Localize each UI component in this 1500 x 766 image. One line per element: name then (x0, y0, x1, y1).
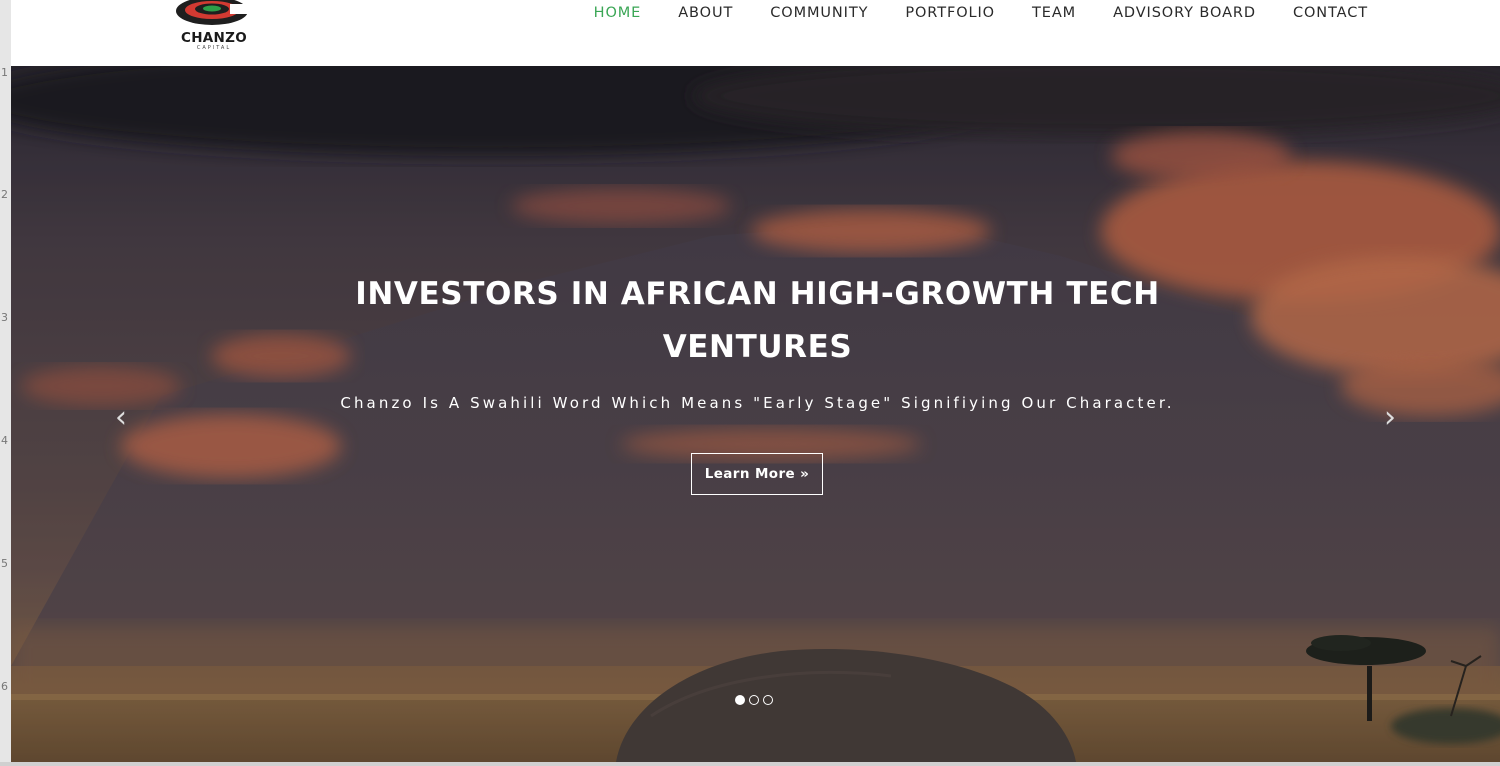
carousel-dot-2[interactable] (749, 695, 759, 705)
ruler-mark: 6 (1, 680, 8, 693)
main-nav: HOME ABOUT COMMUNITY PORTFOLIO TEAM ADVI… (594, 5, 1368, 21)
bottom-status-strip (0, 762, 1500, 766)
hero-title-post: TECH (1054, 276, 1160, 312)
hero-carousel: INVESTORS IN AFRICAN HIGH-GROWTH TECH VE… (11, 66, 1500, 762)
carousel-indicators (735, 695, 773, 705)
nav-advisory-board[interactable]: ADVISORY BOARD (1113, 5, 1256, 21)
nav-community[interactable]: COMMUNITY (770, 5, 868, 21)
webpage: CHANZO CAPITAL HOME ABOUT COMMUNITY PORT… (11, 0, 1500, 762)
logo-name: CHANZO (180, 30, 248, 46)
nav-team[interactable]: TEAM (1032, 5, 1076, 21)
hero-overlay (11, 66, 1500, 762)
hero-subtitle: Chanzo Is A Swahili Word Which Means "Ea… (340, 394, 1175, 412)
nav-contact[interactable]: CONTACT (1293, 5, 1368, 21)
chanzo-logo[interactable]: CHANZO CAPITAL (171, 0, 257, 54)
ruler-mark: 1 (1, 66, 8, 79)
hero-title-pre: INVESTORS IN AFRICAN (355, 276, 790, 312)
carousel-next-arrow-icon[interactable]: › (1384, 400, 1396, 435)
nav-home[interactable]: HOME (594, 5, 642, 21)
ruler-mark: 5 (1, 557, 8, 570)
nav-about[interactable]: ABOUT (678, 5, 733, 21)
learn-more-button[interactable]: Learn More » (691, 453, 823, 495)
carousel-prev-arrow-icon[interactable]: ‹ (115, 400, 127, 435)
logo-mark-icon (176, 0, 250, 25)
carousel-dot-3[interactable] (763, 695, 773, 705)
ruler-mark: 2 (1, 188, 8, 201)
nav-portfolio[interactable]: PORTFOLIO (905, 5, 995, 21)
hero-title-line2: VENTURES (662, 329, 853, 365)
hero-title-bold: HIGH-GROWTH (789, 276, 1055, 312)
ruler-mark: 4 (1, 434, 8, 447)
hero-title: INVESTORS IN AFRICAN HIGH-GROWTH TECH VE… (11, 268, 1500, 374)
carousel-dot-1[interactable] (735, 695, 745, 705)
ruler-mark: 3 (1, 311, 8, 324)
navbar: CHANZO CAPITAL HOME ABOUT COMMUNITY PORT… (11, 0, 1500, 66)
logo-subtitle: CAPITAL (196, 45, 232, 51)
